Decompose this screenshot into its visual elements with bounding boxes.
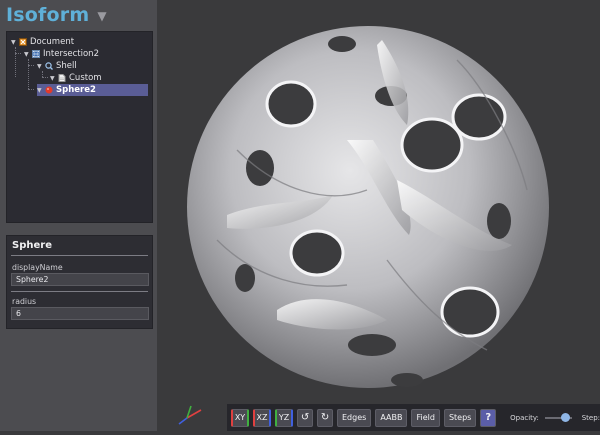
slider-thumb[interactable] <box>561 412 571 422</box>
tree-connector <box>15 47 16 77</box>
tree-item-intersection2[interactable]: ▼ Intersection2 <box>24 48 99 60</box>
3d-viewport[interactable] <box>157 0 600 431</box>
view-toolbar: XY XZ YZ ↺ ↻ Edges AABB Field Steps ? Op… <box>227 404 600 431</box>
help-button[interactable]: ? <box>480 408 497 427</box>
sidebar: Isoform ▼ ▼ Document ▼ Intersection2 ▼ S… <box>0 0 157 431</box>
app-header: Isoform ▼ <box>6 2 107 28</box>
expand-caret-icon[interactable]: ▼ <box>37 63 45 70</box>
opacity-label: Opacity: <box>510 413 539 422</box>
app-title: Isoform <box>6 4 90 26</box>
aabb-button[interactable]: AABB <box>375 408 408 427</box>
property-label-radius: radius <box>12 297 37 306</box>
document-icon <box>19 38 27 46</box>
expand-caret-icon[interactable]: ▼ <box>50 75 58 82</box>
app-menu-dropdown-icon[interactable]: ▼ <box>97 9 106 23</box>
properties-panel: Sphere displayName radius <box>6 235 153 329</box>
tree-item-shell[interactable]: ▼ Shell <box>37 60 77 72</box>
tree-item-document[interactable]: ▼ Document <box>11 36 74 48</box>
tree-connector <box>28 59 29 89</box>
opacity-slider[interactable] <box>544 412 572 423</box>
tree-item-custom[interactable]: ▼ Custom <box>50 72 102 84</box>
properties-title: Sphere <box>12 240 52 251</box>
rotate-cw-button[interactable]: ↻ <box>317 408 333 427</box>
tree-connector <box>28 65 34 66</box>
expand-caret-icon[interactable]: ▼ <box>37 87 45 94</box>
custom-icon <box>58 74 66 82</box>
tree-connector <box>28 89 34 90</box>
field-button[interactable]: Field <box>411 408 440 427</box>
radius-input[interactable] <box>11 307 149 320</box>
tree-item-label: Sphere2 <box>56 85 96 95</box>
tree-item-sphere2[interactable]: ▼ Sphere2 <box>37 84 148 96</box>
edges-button[interactable]: Edges <box>337 408 372 427</box>
divider <box>11 291 148 292</box>
divider <box>11 255 148 256</box>
shell-icon <box>45 62 53 70</box>
rotate-ccw-button[interactable]: ↺ <box>297 408 313 427</box>
steps-button[interactable]: Steps <box>443 408 477 427</box>
sphere-icon <box>45 86 53 94</box>
displayname-input[interactable] <box>11 273 149 286</box>
tree-item-label: Document <box>30 37 75 47</box>
tree-connector <box>42 77 48 78</box>
view-xz-button[interactable]: XZ <box>253 408 271 427</box>
expand-caret-icon[interactable]: ▼ <box>11 39 19 46</box>
tree-item-label: Shell <box>56 61 77 71</box>
tree-item-label: Intersection2 <box>43 49 99 59</box>
step-label: Step: <box>581 413 600 422</box>
gyroid-sphere-render[interactable] <box>157 0 600 431</box>
tree-connector <box>15 53 21 54</box>
view-xy-button[interactable]: XY <box>231 408 249 427</box>
view-yz-button[interactable]: YZ <box>275 408 293 427</box>
scene-tree-panel: ▼ Document ▼ Intersection2 ▼ Shell ▼ Cus… <box>6 31 153 223</box>
property-label-displayname: displayName <box>12 263 63 272</box>
axis-gizmo <box>178 405 202 425</box>
expand-caret-icon[interactable]: ▼ <box>24 51 32 58</box>
tree-item-label: Custom <box>69 73 102 83</box>
intersection-icon <box>32 50 40 58</box>
